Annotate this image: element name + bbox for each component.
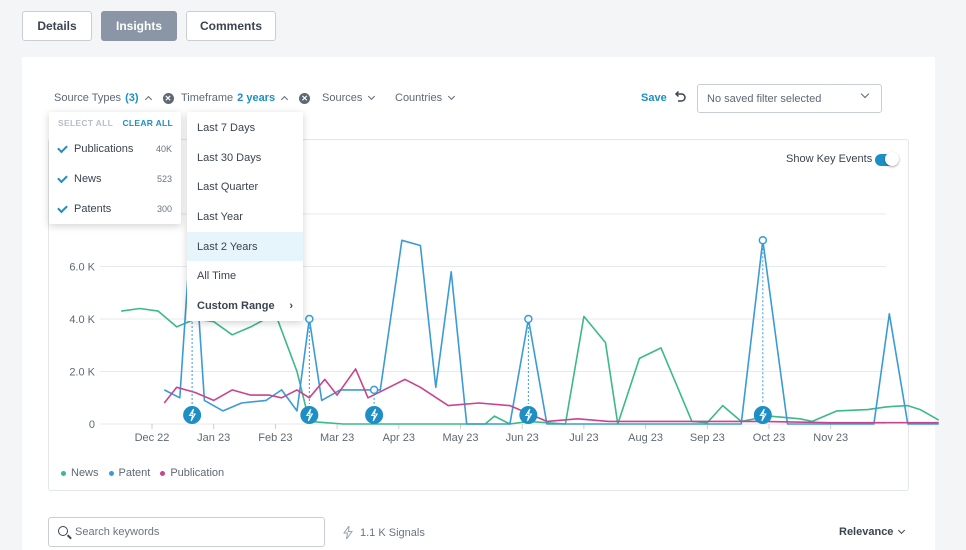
- countries-filter[interactable]: Countries: [395, 92, 456, 104]
- select-all-link[interactable]: SELECT ALL: [58, 118, 113, 134]
- timeframe-option-last-quarter[interactable]: Last Quarter: [187, 172, 303, 202]
- lightning-icon: [343, 526, 353, 539]
- chevron-down-icon: [898, 526, 906, 535]
- source-types-filter[interactable]: Source Types (3) ✕: [54, 92, 174, 104]
- chevron-down-icon: [448, 92, 456, 101]
- timeframe-value: 2 years: [237, 92, 276, 104]
- chevron-up-icon: [281, 95, 289, 103]
- sort-dropdown[interactable]: Relevance: [839, 526, 906, 538]
- clear-timeframe-icon[interactable]: ✕: [299, 92, 311, 104]
- search-icon: [58, 526, 68, 536]
- checkmark-icon: [57, 142, 68, 153]
- checkmark-icon: [57, 202, 68, 213]
- signals-count: 1.1 K Signals: [343, 526, 425, 539]
- legend-dot-icon: [61, 470, 66, 476]
- clear-source-types-icon[interactable]: ✕: [162, 92, 174, 104]
- chevron-up-icon: [144, 95, 152, 103]
- source-types-dropdown: SELECT ALL CLEAR ALL Publications 40K Ne…: [49, 112, 181, 224]
- legend-item-patent[interactable]: Patent: [108, 467, 150, 479]
- legend-item-publication[interactable]: Publication: [160, 467, 224, 479]
- timeframe-option-last-2-years[interactable]: Last 2 Years: [187, 231, 303, 262]
- show-key-events-label: Show Key Events: [786, 153, 873, 165]
- tab-details[interactable]: Details: [22, 11, 92, 41]
- save-button[interactable]: Save: [641, 92, 667, 104]
- timeframe-filter[interactable]: Timeframe 2 years ✕: [181, 92, 311, 104]
- timeframe-dropdown: Last 7 Days Last 30 Days Last Quarter La…: [187, 112, 303, 321]
- legend-dot-icon: [108, 470, 114, 476]
- show-key-events-toggle[interactable]: [875, 152, 899, 166]
- clear-all-link[interactable]: CLEAR ALL: [122, 118, 173, 134]
- timeframe-option-custom-range[interactable]: Custom Range ›: [187, 291, 303, 321]
- undo-icon[interactable]: [673, 90, 687, 104]
- source-types-count: (3): [125, 92, 139, 104]
- search-input[interactable]: Search keywords: [48, 517, 325, 547]
- legend-item-news[interactable]: News: [61, 467, 99, 479]
- chevron-right-icon: ›: [289, 299, 293, 312]
- timeframe-option-last-year[interactable]: Last Year: [187, 202, 303, 232]
- source-option-news[interactable]: News 523: [49, 164, 181, 194]
- tab-bar: Details Insights Comments: [22, 11, 276, 41]
- timeframe-option-last-7-days[interactable]: Last 7 Days: [187, 113, 303, 143]
- timeframe-option-last-30-days[interactable]: Last 30 Days: [187, 143, 303, 173]
- chart-legend: News Patent Publication: [61, 467, 224, 479]
- tab-comments[interactable]: Comments: [186, 11, 276, 41]
- saved-filter-select[interactable]: No saved filter selected: [697, 84, 882, 113]
- legend-dot-icon: [160, 470, 166, 476]
- sources-filter[interactable]: Sources: [322, 92, 376, 104]
- tab-insights[interactable]: Insights: [101, 11, 177, 41]
- chevron-down-icon: [368, 92, 376, 101]
- checkmark-icon: [57, 172, 68, 183]
- chevron-down-icon: [860, 89, 870, 99]
- timeframe-option-all-time[interactable]: All Time: [187, 261, 303, 291]
- source-option-patents[interactable]: Patents 300: [49, 194, 181, 224]
- source-option-publications[interactable]: Publications 40K: [49, 134, 181, 164]
